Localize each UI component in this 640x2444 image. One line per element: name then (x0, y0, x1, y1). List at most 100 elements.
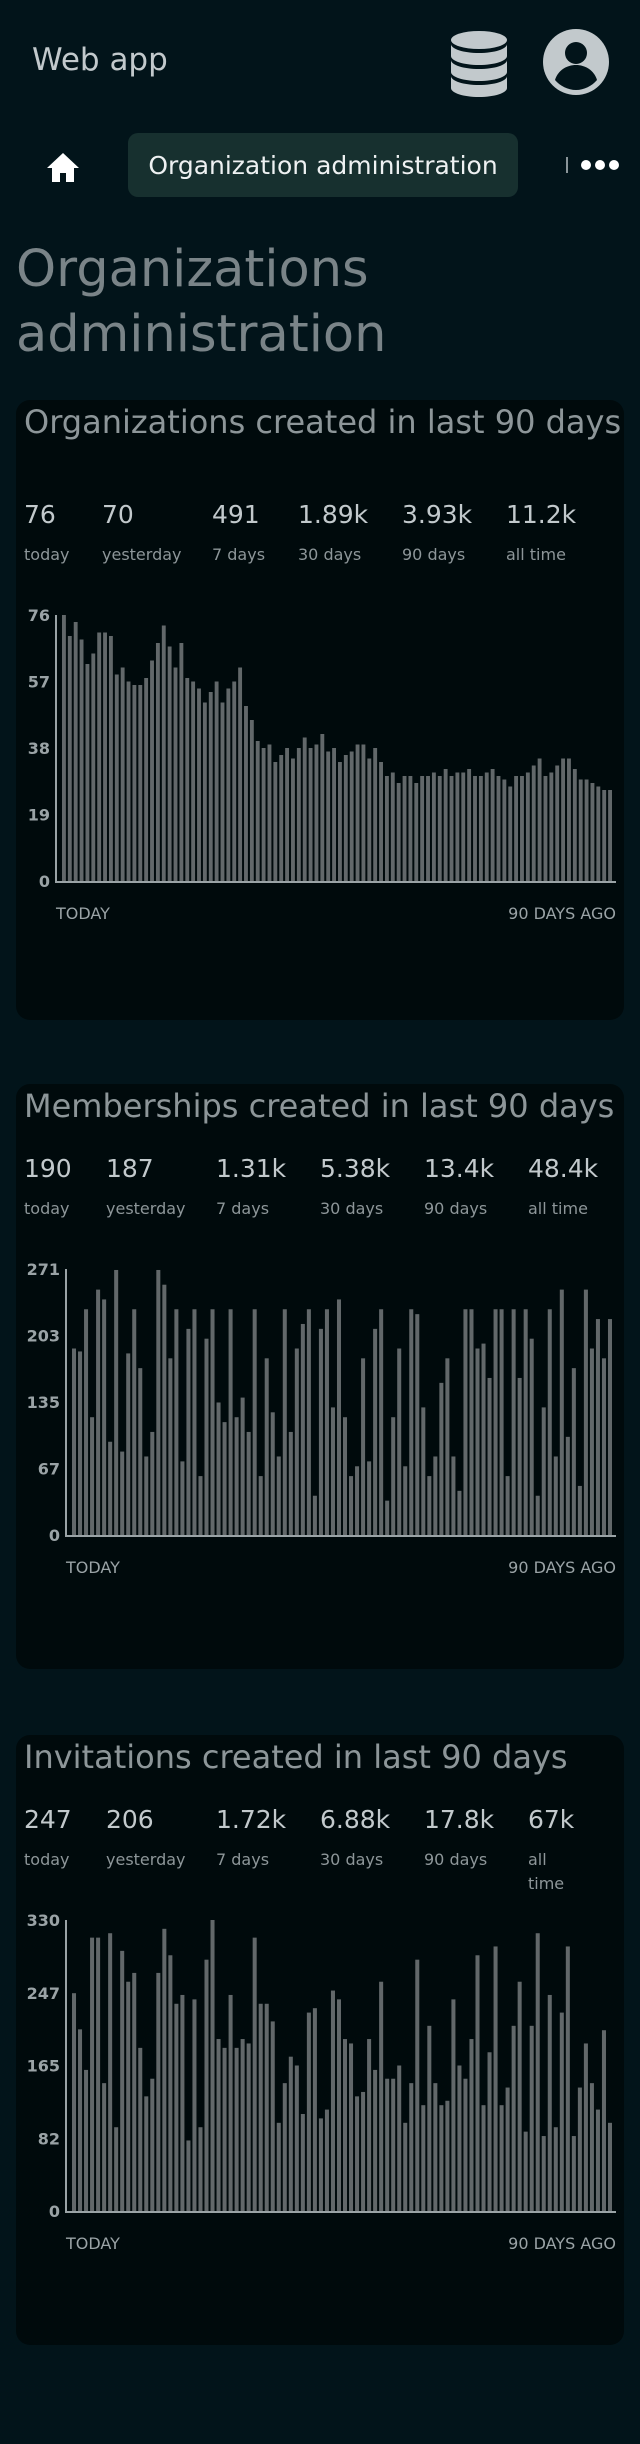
bar (367, 758, 372, 881)
bar (300, 2114, 305, 2211)
bar (385, 2078, 390, 2211)
bar (421, 1407, 426, 1535)
bar (608, 790, 612, 881)
bar (73, 622, 78, 881)
bar (156, 1972, 161, 2211)
bar (433, 2083, 438, 2211)
bar (72, 1348, 77, 1535)
bar (511, 1309, 516, 1535)
bar (318, 1328, 323, 1535)
app-title[interactable]: Web app (32, 42, 168, 78)
bar (590, 783, 595, 881)
stat-value: 491 (212, 500, 260, 529)
stat-all-time: 67k all time (528, 1805, 574, 1896)
bar (214, 681, 219, 881)
y-tick-label: 82 (38, 2129, 60, 2148)
bar (607, 1319, 612, 1535)
bar (461, 772, 466, 881)
x-axis-end-label: 90 DAYS AGO (508, 2234, 616, 2253)
bar (565, 1436, 570, 1535)
bar (78, 1351, 83, 1535)
bar (349, 751, 354, 881)
stat-30-days: 6.88k 30 days (320, 1805, 390, 1872)
bar (216, 2039, 221, 2211)
stat-label: 7 days (216, 1850, 270, 1869)
bar (595, 1319, 600, 1535)
home-icon[interactable] (44, 149, 82, 187)
bar (385, 1500, 390, 1535)
bar (288, 2056, 293, 2211)
bar (114, 2127, 119, 2211)
bar (246, 2043, 251, 2211)
bar (296, 748, 301, 881)
bar (192, 1999, 197, 2211)
stat-today: 247 today (24, 1805, 72, 1872)
y-tick-label: 271 (27, 1260, 60, 1279)
bar (270, 1412, 275, 1535)
bar (161, 625, 166, 881)
bar (108, 1441, 113, 1535)
bar (402, 776, 407, 881)
stat-all-time: 48.4k all time (528, 1154, 598, 1221)
bar (120, 1451, 125, 1535)
bar (210, 1920, 215, 2211)
bar (144, 678, 149, 881)
bar (173, 667, 178, 881)
bar (180, 1461, 185, 1535)
bar (186, 1328, 191, 1535)
bar (226, 688, 231, 881)
bar (79, 639, 84, 881)
bar (484, 772, 489, 881)
stat-7-days: 1.72k 7 days (216, 1805, 286, 1872)
stat-value: 48.4k (528, 1154, 599, 1183)
bar (403, 1466, 408, 1535)
bar (210, 1309, 215, 1535)
breadcrumb-item-organization-administration[interactable]: Organization administration (128, 133, 518, 197)
bar (415, 1959, 420, 2211)
bar (547, 1994, 552, 2211)
bar (493, 1946, 498, 2211)
bar (138, 685, 143, 881)
bar (602, 790, 607, 881)
stat-value: 206 (106, 1805, 154, 1834)
user-avatar-icon[interactable] (542, 28, 610, 96)
card-title: Organizations created in last 90 days (24, 403, 622, 441)
bar (549, 772, 554, 881)
y-tick-label: 330 (27, 1911, 60, 1930)
bar (451, 1456, 456, 1535)
card-title: Invitations created in last 90 days (24, 1738, 568, 1776)
bar (531, 765, 536, 881)
bar (391, 2078, 396, 2211)
stats-card-memberships: Memberships created in last 90 days 190 t… (16, 1084, 624, 1669)
bar (409, 1309, 414, 1535)
y-tick-label: 57 (28, 673, 50, 692)
bar (267, 744, 272, 881)
bar (174, 2003, 179, 2211)
bar (475, 1955, 480, 2211)
bar (439, 1382, 444, 1535)
bar (463, 2078, 468, 2211)
bar (537, 758, 542, 881)
bar (478, 776, 483, 881)
bar (367, 2039, 372, 2211)
more-horizontal-icon[interactable] (580, 153, 620, 177)
bar (415, 1314, 420, 1535)
bar (514, 776, 519, 881)
bar (481, 1343, 486, 1535)
bar (475, 1348, 480, 1535)
bar (222, 1422, 227, 1535)
bar (174, 1309, 179, 1535)
bar (490, 769, 495, 881)
database-icon[interactable] (448, 30, 510, 98)
bar (565, 1946, 570, 2211)
bar (601, 2030, 606, 2211)
bar (535, 1933, 540, 2211)
bar (240, 1397, 245, 1535)
bar (276, 1456, 281, 1535)
bar (584, 779, 589, 881)
bar (78, 2029, 83, 2211)
bar (517, 1981, 522, 2211)
bar (162, 1928, 167, 2211)
stat-today: 76 today (24, 500, 70, 567)
bar (379, 762, 383, 881)
